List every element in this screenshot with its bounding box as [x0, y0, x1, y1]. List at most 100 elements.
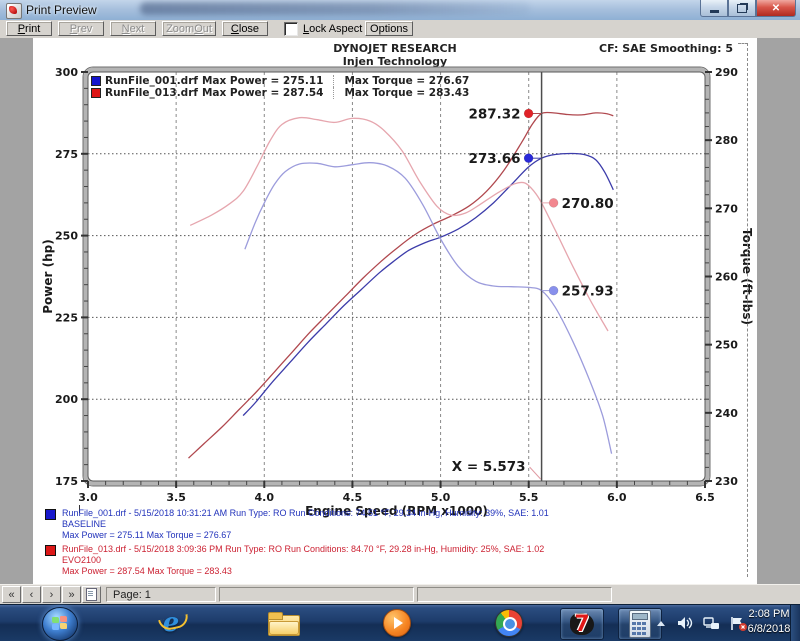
taskbar-item-dynojet-active[interactable]: 7	[560, 608, 604, 640]
restore-button[interactable]	[728, 0, 756, 17]
run-max-line: Max Power = 275.11 Max Torque = 276.67	[62, 530, 549, 541]
run-annotation-baseline: RunFile_001.drf - 5/15/2018 10:31:21 AM …	[45, 508, 549, 541]
dynojet-app-icon: 7	[568, 611, 596, 637]
cursor-value-label: 270.80	[562, 196, 614, 212]
cursor-dot	[549, 286, 558, 295]
lock-aspect-ratio-checkbox[interactable]	[284, 22, 298, 36]
chart-frame-band	[86, 70, 708, 484]
close-window-button[interactable]: ✕	[756, 0, 796, 17]
status-bar: « ‹ › » Page: 1	[0, 584, 800, 605]
legend-run-name: RunFile_001.drf	[105, 75, 198, 87]
run-swatch-blue	[45, 509, 56, 520]
cursor-dot	[549, 198, 558, 207]
y-left-tick-label: 275	[55, 148, 78, 161]
y-right-tick-label: 290	[715, 66, 738, 79]
x-tick-label: 3.5	[166, 491, 186, 504]
run-annotations: RunFile_001.drf - 5/15/2018 10:31:21 AM …	[45, 505, 549, 577]
run-swatch-red	[45, 545, 56, 556]
taskbar: e 7 2:08 PM 6/8/2018	[0, 604, 800, 641]
legend-row: RunFile_013.drf Max Power = 287.54 Max T…	[91, 87, 469, 99]
legend-max-torque: Max Torque = 283.43	[333, 87, 469, 99]
x-tick-label: 5.0	[431, 491, 451, 504]
prev-page-button[interactable]: ‹	[22, 586, 41, 603]
y-right-tick-label: 250	[715, 339, 738, 352]
x-tick-label: 6.5	[695, 491, 715, 504]
chart-frame-outer	[83, 67, 710, 486]
legend-row: RunFile_001.drf Max Power = 275.11 Max T…	[91, 75, 469, 87]
media-player-icon	[383, 609, 411, 637]
cursor-dot	[524, 109, 533, 118]
y-right-tick-label: 230	[715, 475, 738, 488]
start-button[interactable]	[42, 607, 78, 641]
cursor-dot	[524, 154, 533, 163]
app-icon	[6, 3, 22, 19]
legend-max-power: Max Power = 287.54	[202, 87, 324, 99]
run-info-line: RunFile_001.drf - 5/15/2018 10:31:21 AM …	[62, 508, 549, 519]
prev-button: Prev	[58, 21, 104, 36]
x-tick-label: 6.0	[607, 491, 627, 504]
cursor-value-label: 273.66	[468, 151, 520, 167]
next-page-button[interactable]: ›	[42, 586, 61, 603]
cursor-x-label: X = 5.573	[452, 459, 526, 475]
minimize-icon	[710, 10, 719, 13]
taskbar-item-windows-explorer[interactable]	[262, 608, 304, 638]
restore-icon	[737, 4, 747, 13]
taskbar-item-internet-explorer[interactable]: e	[150, 608, 192, 638]
volume-icon[interactable]	[677, 616, 693, 630]
taskbar-item-calculator-active[interactable]	[618, 608, 662, 640]
internet-explorer-icon: e	[163, 608, 180, 638]
cursor-value-label: 257.93	[562, 284, 614, 300]
y-left-tick-label: 300	[55, 66, 78, 79]
window-title: Print Preview	[26, 3, 97, 17]
y-left-tick-label: 175	[55, 475, 78, 488]
x-tick-label: 4.5	[343, 491, 363, 504]
chrome-icon	[495, 609, 523, 637]
page-icon	[86, 588, 97, 601]
print-preview-window: Print Preview ✕ PrintPrevNextZoom OutClo…	[0, 0, 800, 604]
y-left-tick-label: 225	[55, 311, 78, 324]
close-button[interactable]: Close	[222, 21, 268, 36]
legend-max-power: Max Power = 275.11	[202, 75, 324, 87]
preview-area: DYNOJET RESEARCH Injen Technology CF: SA…	[0, 38, 800, 584]
print-margin-guide	[747, 43, 748, 577]
options-button[interactable]: Options	[365, 21, 413, 36]
y-left-tick-label: 250	[55, 230, 78, 243]
calculator-icon	[629, 610, 651, 638]
cursor-x-leader	[530, 467, 541, 479]
minimize-button[interactable]	[700, 0, 728, 17]
show-desktop-button[interactable]	[790, 605, 800, 641]
x-tick-label: 4.0	[255, 491, 275, 504]
run-max-line: Max Power = 287.54 Max Torque = 283.43	[62, 566, 549, 577]
y-right-tick-label: 270	[715, 202, 738, 215]
toolbar: PrintPrevNextZoom OutClose Lock Aspect R…	[0, 20, 800, 39]
legend-swatch-blue	[91, 76, 101, 86]
status-panel	[417, 587, 612, 602]
last-page-button[interactable]: »	[62, 586, 81, 603]
page-setup-button[interactable]	[82, 586, 101, 603]
hidden-icons-arrow[interactable]	[657, 621, 665, 626]
page-number-label: Page: 1	[113, 589, 151, 601]
x-tick-label: 3.0	[78, 491, 98, 504]
legend-run-name: RunFile_013.drf	[105, 87, 198, 99]
y-left-axis-title: Power (hp)	[41, 239, 55, 313]
first-page-button[interactable]: «	[2, 586, 21, 603]
folder-icon	[268, 612, 298, 634]
network-icon[interactable]	[703, 616, 720, 630]
curve-runfile_001-power	[243, 153, 613, 415]
print-button[interactable]: Print	[6, 21, 52, 36]
windows-logo-icon	[52, 616, 68, 631]
curve-runfile_013-torque	[190, 118, 608, 331]
y-right-tick-label: 260	[715, 271, 738, 284]
status-panel	[219, 587, 414, 602]
dyno-chart: 1752002252502753002302402502602702802903…	[33, 38, 757, 584]
run-annotation-evo2100: RunFile_013.drf - 5/15/2018 3:09:36 PM R…	[45, 544, 549, 577]
taskbar-item-media-player[interactable]	[376, 608, 418, 638]
run-label-line: EVO2100	[62, 555, 549, 566]
y-right-tick-label: 280	[715, 134, 738, 147]
taskbar-item-chrome[interactable]	[488, 608, 530, 638]
legend-swatch-red	[91, 88, 101, 98]
cursor-value-label: 287.32	[468, 106, 520, 122]
run-label-line: BASELINE	[62, 519, 549, 530]
page-number-panel: Page: 1	[106, 587, 216, 602]
title-bar: Print Preview ✕	[0, 0, 800, 21]
